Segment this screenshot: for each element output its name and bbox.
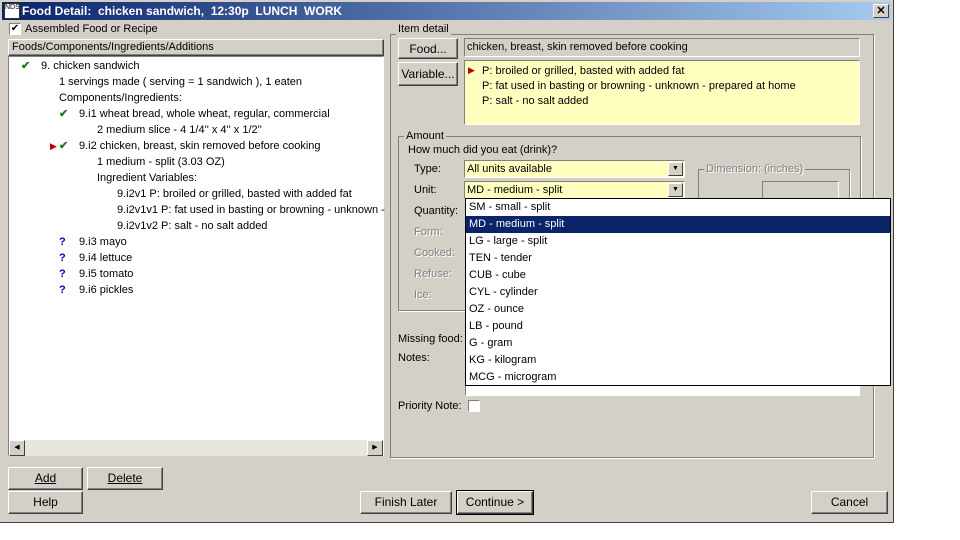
cooked-label: Cooked: — [414, 247, 455, 259]
add-label: Add — [34, 471, 57, 485]
dimension-label: Dimension: (inches) — [704, 163, 806, 175]
amount-question: How much did you eat (drink)? — [408, 144, 558, 156]
form-label: Form: — [414, 226, 443, 238]
tree-item[interactable]: 9.i2v1 P: broiled or grilled, basted wit… — [117, 187, 352, 201]
food-value: chicken, breast, skin removed before coo… — [464, 38, 860, 57]
current-pointer-icon: ▶ — [50, 141, 57, 151]
variable-item[interactable]: P: fat used in basting or browning - unk… — [482, 79, 796, 93]
unit-option[interactable]: MCG - microgram — [466, 369, 890, 386]
cancel-button[interactable]: Cancel — [811, 491, 888, 514]
variable-item[interactable]: P: salt - no salt added — [482, 94, 588, 108]
help-button[interactable]: Help — [8, 491, 83, 514]
variable-button[interactable]: Variable... — [398, 62, 458, 86]
continue-button[interactable]: Continue > — [456, 490, 534, 515]
tree-item[interactable]: Components/Ingredients: — [59, 91, 182, 105]
assembled-food-checkbox[interactable]: ✔ — [9, 23, 21, 35]
tree-item[interactable]: 9.i2 chicken, breast, skin removed befor… — [79, 139, 321, 153]
refuse-label: Refuse: — [414, 268, 452, 280]
unit-select[interactable]: MD - medium - split ▼ — [464, 181, 685, 199]
tree-item[interactable]: 9.i2v1v2 P: salt - no salt added — [117, 219, 267, 233]
unit-option[interactable]: CUB - cube — [466, 267, 890, 284]
unit-option[interactable]: CYL - cylinder — [466, 284, 890, 301]
tree-item[interactable]: 1 servings made ( serving = 1 sandwich )… — [59, 75, 302, 89]
question-icon: ? — [59, 236, 66, 248]
tree-item[interactable]: 2 medium slice - 4 1/4'' x 4'' x 1/2'' — [97, 123, 262, 137]
unit-value: MD - medium - split — [467, 184, 563, 196]
app-icon: NDS — [4, 3, 20, 19]
food-detail-window: NDS Food Detail: chicken sandwich, 12:30… — [0, 0, 894, 523]
food-tree[interactable]: ✔ 9. chicken sandwich 1 servings made ( se… — [8, 56, 385, 456]
scroll-right-icon[interactable]: ▶ — [367, 440, 383, 456]
check-icon: ✔ — [21, 60, 31, 72]
close-button[interactable]: ✕ — [873, 4, 889, 18]
current-pointer-icon: ▶ — [468, 65, 475, 75]
unit-dropdown-list[interactable]: SM - small - split MD - medium - split LG … — [465, 198, 891, 386]
unit-option[interactable]: LB - pound — [466, 318, 890, 335]
tree-item[interactable]: Ingredient Variables: — [97, 171, 197, 185]
priority-note-label: Priority Note: — [398, 400, 462, 412]
delete-button[interactable]: Delete — [87, 467, 163, 490]
chevron-down-icon[interactable]: ▼ — [668, 183, 683, 197]
variable-item[interactable]: P: broiled or grilled, basted with added… — [482, 64, 684, 78]
check-icon: ✔ — [59, 140, 69, 152]
unit-option[interactable]: KG - kilogram — [466, 352, 890, 369]
item-detail-label: Item detail — [396, 23, 451, 35]
scroll-left-icon[interactable]: ◀ — [9, 440, 25, 456]
unit-option[interactable]: TEN - tender — [466, 250, 890, 267]
tree-item[interactable]: 9.i5 tomato — [79, 267, 133, 281]
priority-note-checkbox[interactable] — [468, 400, 480, 412]
ice-label: Ice: — [414, 289, 432, 301]
assembled-food-label: Assembled Food or Recipe — [25, 23, 158, 35]
unit-option[interactable]: OZ - ounce — [466, 301, 890, 318]
tree-item[interactable]: 9. chicken sandwich — [41, 59, 139, 73]
chevron-down-icon[interactable]: ▼ — [668, 162, 683, 176]
unit-option[interactable]: SM - small - split — [466, 199, 890, 216]
question-icon: ? — [59, 284, 66, 296]
type-label: Type: — [414, 163, 441, 175]
tree-item[interactable]: 9.i2v1v1 P: fat used in basting or brown… — [117, 203, 385, 217]
question-icon: ? — [59, 268, 66, 280]
window-title: Food Detail: chicken sandwich, 12:30p LU… — [22, 4, 343, 18]
check-icon: ✔ — [59, 108, 69, 120]
tree-item[interactable]: 9.i3 mayo — [79, 235, 127, 249]
variables-list[interactable]: ▶ P: broiled or grilled, basted with add… — [464, 60, 860, 125]
delete-label: Delete — [107, 471, 143, 485]
amount-label: Amount — [404, 130, 446, 142]
unit-option[interactable]: LG - large - split — [466, 233, 890, 250]
missing-food-label: Missing food: — [398, 333, 463, 345]
tree-item[interactable]: 1 medium - split (3.03 OZ) — [97, 155, 225, 169]
type-select[interactable]: All units available ▼ — [464, 160, 685, 178]
food-button[interactable]: Food... — [398, 38, 458, 59]
unit-label: Unit: — [414, 184, 437, 196]
unit-option[interactable]: G - gram — [466, 335, 890, 352]
tree-item[interactable]: 9.i4 lettuce — [79, 251, 132, 265]
unit-option[interactable]: MD - medium - split — [466, 216, 890, 233]
quantity-label: Quantity: — [414, 205, 459, 217]
tree-item[interactable]: 9.i6 pickles — [79, 283, 133, 297]
horizontal-scrollbar[interactable]: ◀ ▶ — [9, 440, 383, 456]
finish-later-button[interactable]: Finish Later — [360, 491, 452, 514]
question-icon: ? — [59, 252, 66, 264]
tree-column-header[interactable]: Foods/Components/Ingredients/Additions — [8, 39, 384, 56]
type-value: All units available — [467, 163, 552, 175]
tree-item[interactable]: 9.i1 wheat bread, whole wheat, regular, … — [79, 107, 330, 121]
notes-label: Notes: — [398, 352, 430, 364]
add-button[interactable]: Add — [8, 467, 83, 490]
